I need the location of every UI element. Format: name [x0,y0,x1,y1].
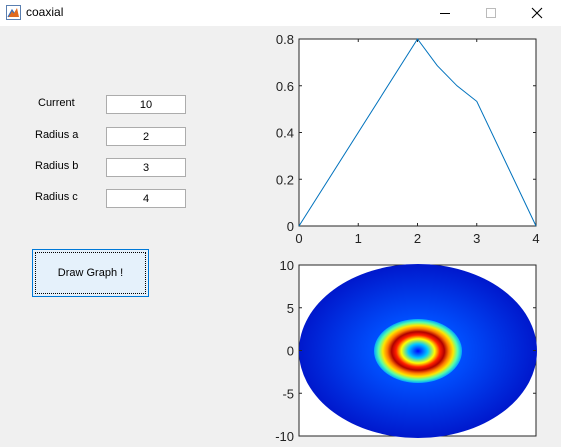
plots-layer: 0 1 2 3 4 0 0.2 0.4 0.6 0.8 10 5 0 -5 -10 [275,32,540,444]
y-tick-label: 0.6 [276,79,294,94]
y-tick-label: 0.8 [276,32,294,47]
field-plot-y-tick-labels: 10 5 0 -5 -10 [275,258,294,444]
line-chart-axes [298,38,537,227]
line-chart: 0 1 2 3 4 0 0.2 0.4 0.6 0.8 [276,32,540,246]
x-tick-label: 3 [473,231,480,246]
y-tick-label: 0.2 [276,172,294,187]
y-tick-label: 5 [287,301,294,316]
y-tick-label: -10 [275,429,294,444]
y-tick-label: 0 [287,219,294,234]
inner-field-rings [374,319,462,383]
line-chart-x-tick-labels: 0 1 2 3 4 [295,231,539,246]
x-tick-label: 0 [295,231,302,246]
line-chart-y-tick-labels: 0 0.2 0.4 0.6 0.8 [276,32,294,234]
y-tick-label: 10 [280,258,294,273]
y-tick-label: 0.4 [276,126,294,141]
x-tick-label: 4 [532,231,539,246]
x-tick-label: 1 [355,231,362,246]
y-tick-label: 0 [287,344,294,359]
x-tick-label: 2 [414,231,421,246]
y-tick-label: -5 [282,386,294,401]
field-plot: 10 5 0 -5 -10 [275,258,537,444]
